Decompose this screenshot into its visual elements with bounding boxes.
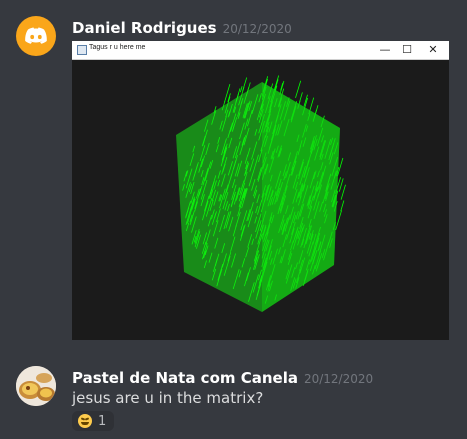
username[interactable]: Daniel Rodrigues [72, 19, 217, 37]
rolling-on-floor-laughing-icon [78, 414, 92, 428]
message-header: Daniel Rodrigues 20/12/2020 [72, 18, 292, 37]
window-titlebar: Tagus r u here me — ☐ ✕ [72, 41, 449, 60]
green-matrix-render [176, 75, 346, 312]
app-window-icon [77, 45, 87, 55]
maximize-icon: ☐ [402, 43, 412, 56]
timestamp: 20/12/2020 [222, 22, 292, 36]
avatar-pastel[interactable] [16, 366, 56, 406]
pastel-de-nata-avatar-icon [16, 366, 56, 406]
reaction-button[interactable]: 1 [72, 411, 114, 431]
avatar-daniel[interactable] [16, 16, 56, 56]
message-header: Pastel de Nata com Canela 20/12/2020 [72, 368, 373, 387]
timestamp: 20/12/2020 [303, 372, 374, 386]
discord-logo-icon [25, 27, 47, 44]
window-title: Tagus r u here me [89, 44, 146, 51]
image-attachment[interactable]: Tagus r u here me — ☐ ✕ [72, 41, 449, 340]
username[interactable]: Pastel de Nata com Canela [72, 369, 298, 387]
message-text: jesus are u in the matrix? [72, 389, 264, 407]
reaction-count: 1 [98, 413, 107, 429]
close-icon: ✕ [428, 43, 438, 56]
